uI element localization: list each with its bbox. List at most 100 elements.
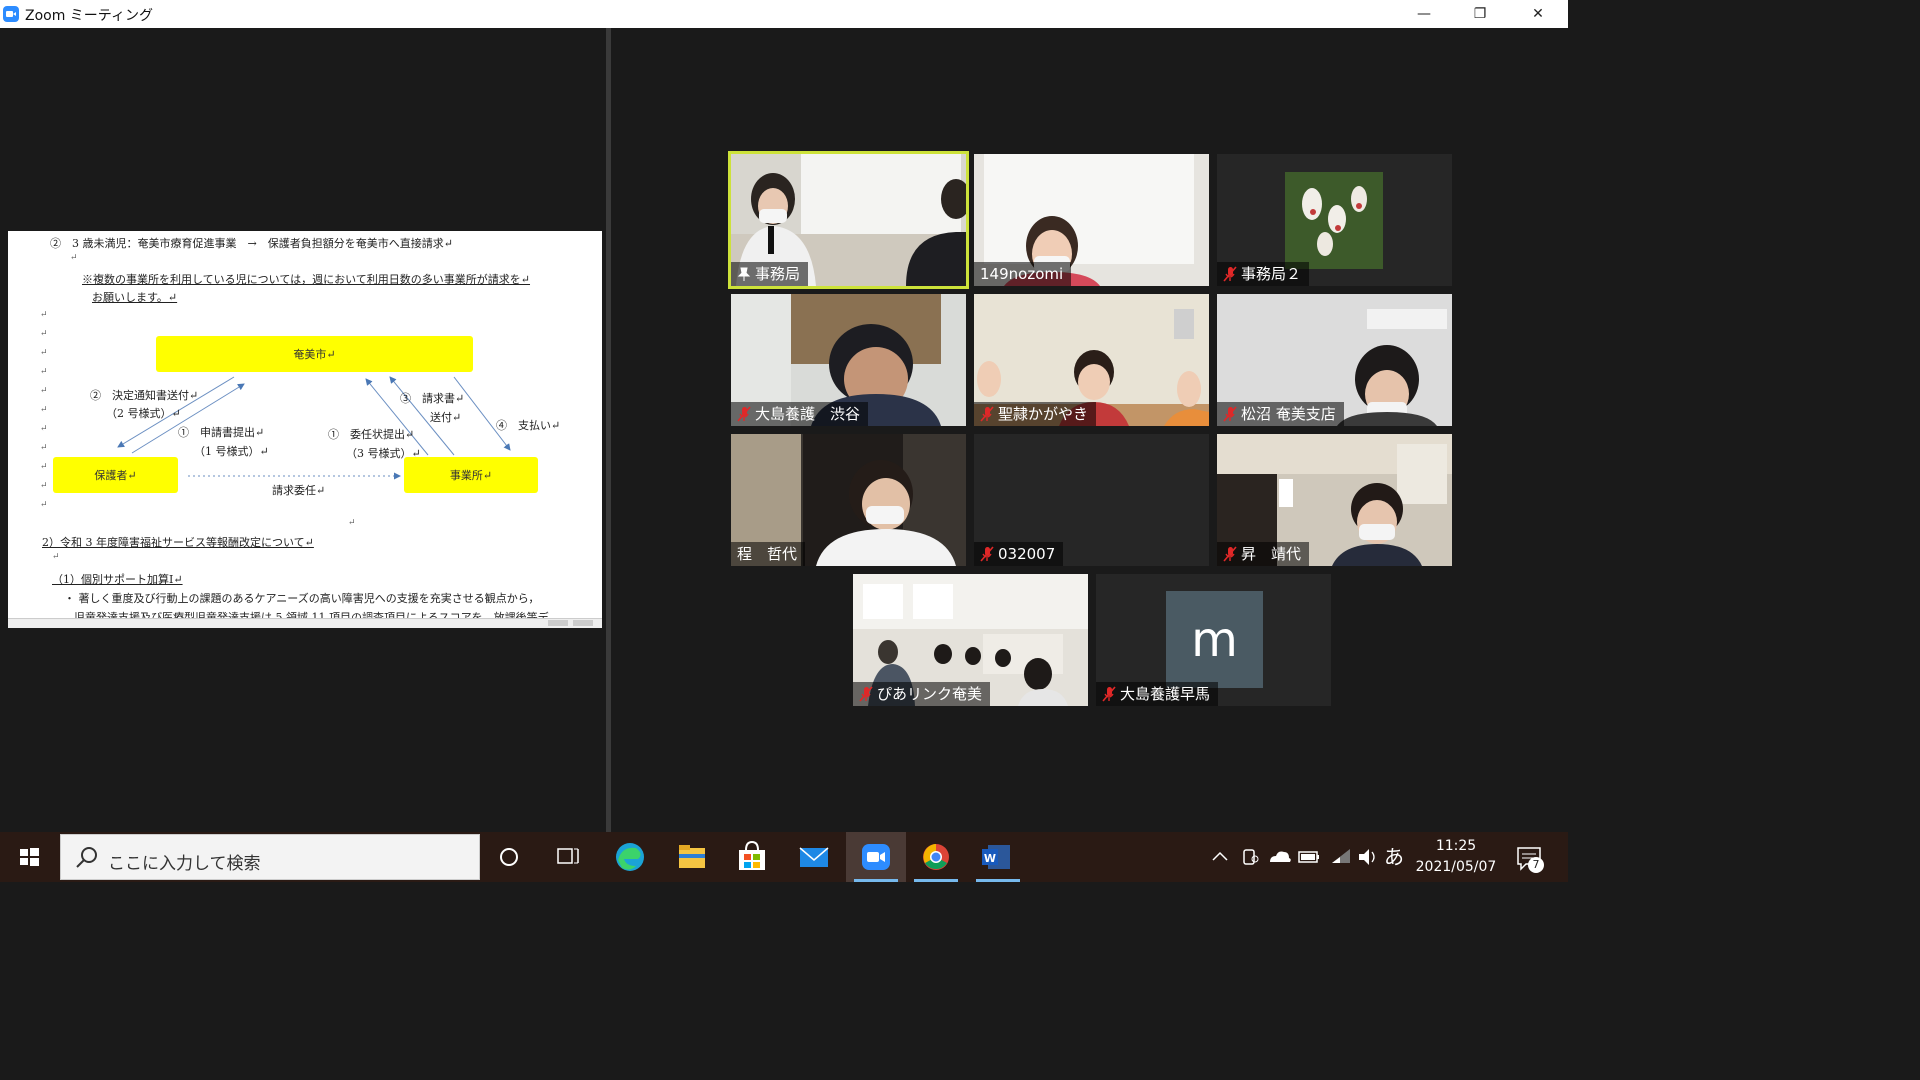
speaker-icon xyxy=(1359,849,1375,865)
muted-mic-icon xyxy=(859,686,873,702)
edge-button[interactable] xyxy=(600,832,660,882)
svg-text:W: W xyxy=(984,852,996,865)
participant-name-tag: 聖隷かがやき xyxy=(974,402,1097,426)
participant-name: 大島養護早馬 xyxy=(1120,685,1211,703)
participant-name: 松沼 奄美支店 xyxy=(1241,405,1336,423)
zoom-app-icon xyxy=(3,6,19,22)
diagram-label: （3 号様式）↵ xyxy=(346,447,421,460)
office-box: 事業所↵ xyxy=(404,457,538,493)
clock-date: 2021/05/07 xyxy=(1415,859,1497,875)
doc-line: ↵ xyxy=(52,552,60,562)
diagram-label: ④ 支払い↵ xyxy=(496,419,561,432)
participant-tile[interactable]: 程 哲代 xyxy=(731,434,966,566)
city-box: 奄美市↵ xyxy=(156,336,473,372)
edge-icon xyxy=(616,843,644,871)
zoom-taskbar-button[interactable] xyxy=(846,832,906,882)
start-button[interactable] xyxy=(0,832,58,882)
participant-name: 事務局２ xyxy=(1241,265,1302,283)
pin-icon xyxy=(737,266,751,282)
onedrive-button[interactable] xyxy=(1266,832,1292,882)
participant-tile[interactable]: 事務局 xyxy=(728,151,969,289)
guardian-box: 保護者↵ xyxy=(53,457,178,493)
windows-taskbar: ここに入力して検索 W あ 11:25 2021/05/07 7 xyxy=(0,832,1568,882)
store-button[interactable] xyxy=(722,832,782,882)
participant-tile[interactable]: 松沼 奄美支店 xyxy=(1217,294,1452,426)
taskbar-search-box[interactable]: ここに入力して検索 xyxy=(60,834,480,880)
tray-device-button[interactable] xyxy=(1238,832,1262,882)
participant-name-tag: 大島養護 渋谷 xyxy=(731,402,869,426)
diagram-label: ② 決定通知書送付↵ xyxy=(90,389,199,402)
task-view-button[interactable] xyxy=(538,832,598,882)
taskbar-clock[interactable]: 11:25 2021/05/07 xyxy=(1410,836,1502,878)
task-view-icon xyxy=(557,848,579,864)
participant-tile[interactable]: 149nozomi xyxy=(974,154,1209,286)
minimize-button[interactable]: — xyxy=(1396,0,1452,28)
participant-name-tag: 事務局２ xyxy=(1217,262,1310,286)
participant-name-tag: 程 哲代 xyxy=(731,542,806,566)
muted-mic-icon xyxy=(1223,406,1237,422)
chevron-up-icon xyxy=(1212,851,1228,861)
participant-tile[interactable]: m 大島養護早馬 xyxy=(1096,574,1331,706)
participant-name: 程 哲代 xyxy=(737,545,798,563)
participant-name-tag: ぴあリンク奄美 xyxy=(853,682,991,706)
participant-name: 昇 靖代 xyxy=(1241,545,1302,563)
diagram-label: ③ 請求書↵ xyxy=(400,392,465,405)
volume-button[interactable] xyxy=(1356,832,1380,882)
tray-overflow-button[interactable] xyxy=(1208,832,1232,882)
split-divider[interactable] xyxy=(606,28,611,832)
participant-tile[interactable]: 聖隷かがやき xyxy=(974,294,1209,426)
diagram-label: ① 委任状提出↵ xyxy=(328,428,415,441)
battery-icon xyxy=(1298,851,1319,863)
diagram-label: 送付↵ xyxy=(430,411,462,424)
participant-tile[interactable]: 昇 靖代 xyxy=(1217,434,1452,566)
file-explorer-icon xyxy=(679,845,705,868)
participant-name-tag: 149nozomi xyxy=(974,262,1072,286)
participant-name-tag: 事務局 xyxy=(731,262,809,286)
onedrive-cloud-icon xyxy=(1270,851,1291,862)
word-button[interactable]: W xyxy=(968,832,1028,882)
search-icon xyxy=(76,847,97,868)
shared-screen-panel[interactable]: ② 3 歳未満児：奄美市療育促進事業 → 保護者負担額分を奄美市へ直接請求↵ ↵… xyxy=(0,28,606,832)
search-placeholder: ここに入力して検索 xyxy=(108,854,261,874)
shared-document: ② 3 歳未満児：奄美市療育促進事業 → 保護者負担額分を奄美市へ直接請求↵ ↵… xyxy=(8,231,602,628)
doc-scrollbar[interactable] xyxy=(8,618,602,628)
chrome-icon xyxy=(923,844,949,870)
restore-button[interactable]: ❐ xyxy=(1452,0,1508,28)
store-icon xyxy=(739,840,765,870)
notification-icon xyxy=(1517,847,1541,871)
participant-tile[interactable]: 事務局２ xyxy=(1217,154,1452,286)
diagram-label: 請求委任↵ xyxy=(272,484,326,497)
participant-name: 149nozomi xyxy=(980,265,1064,283)
participant-name-tag: 松沼 奄美支店 xyxy=(1217,402,1344,426)
diagram-label: ① 申請書提出↵ xyxy=(178,426,265,439)
mail-button[interactable] xyxy=(784,832,844,882)
diagram-label: （1 号様式）↵ xyxy=(194,445,269,458)
word-icon: W xyxy=(982,845,1010,869)
zoom-icon xyxy=(862,844,890,870)
window-title: Zoom ミーティング xyxy=(25,8,153,24)
file-explorer-button[interactable] xyxy=(662,832,722,882)
battery-button[interactable] xyxy=(1296,832,1322,882)
muted-mic-icon xyxy=(980,406,994,422)
clock-time: 11:25 xyxy=(1435,838,1477,854)
participant-name: 大島養護 渋谷 xyxy=(755,405,861,423)
ime-indicator[interactable]: あ xyxy=(1384,832,1408,882)
participant-name-tag: 昇 靖代 xyxy=(1217,542,1310,566)
muted-mic-icon xyxy=(1223,266,1237,282)
meeting-area: ② 3 歳未満児：奄美市療育促進事業 → 保護者負担額分を奄美市へ直接請求↵ ↵… xyxy=(0,28,1568,832)
network-button[interactable] xyxy=(1328,832,1354,882)
participant-tile[interactable]: ぴあリンク奄美 xyxy=(853,574,1088,706)
muted-mic-icon xyxy=(737,406,751,422)
participant-name: 事務局 xyxy=(755,265,801,283)
close-button[interactable]: ✕ xyxy=(1510,0,1566,28)
participant-tile[interactable]: 032007 xyxy=(974,434,1209,566)
cortana-button[interactable] xyxy=(480,832,540,882)
action-center-button[interactable]: 7 xyxy=(1510,832,1550,882)
title-bar: Zoom ミーティング — ❐ ✕ xyxy=(0,0,1568,28)
notification-badge: 7 xyxy=(1528,857,1544,873)
doc-line: ・ 著しく重度及び行動上の課題のあるケアニーズの高い障害児への支援を充実させる観… xyxy=(64,592,540,605)
chrome-button[interactable] xyxy=(906,832,966,882)
participant-name-tag: 大島養護早馬 xyxy=(1096,682,1219,706)
windows-logo-icon xyxy=(20,848,39,866)
participant-tile[interactable]: 大島養護 渋谷 xyxy=(731,294,966,426)
